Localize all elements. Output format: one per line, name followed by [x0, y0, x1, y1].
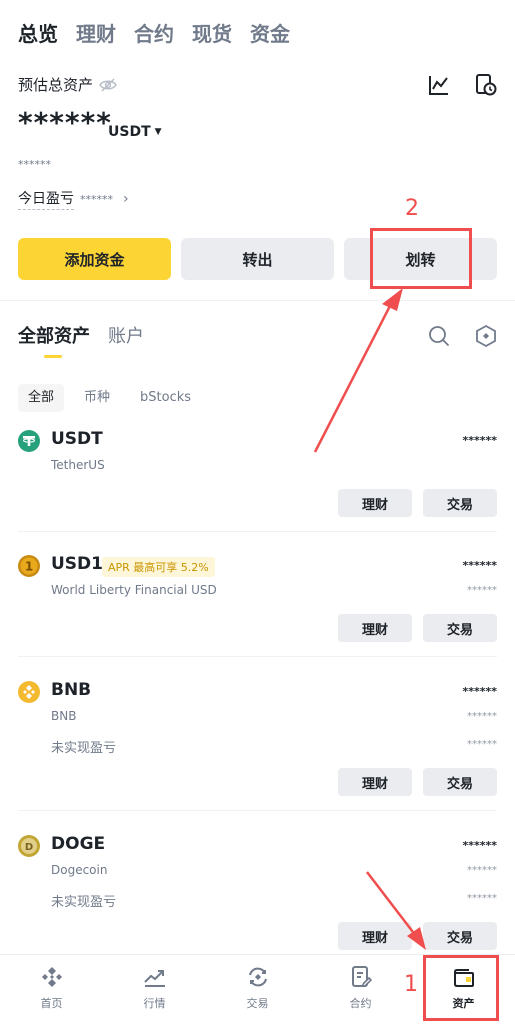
- annotation-number: 2: [405, 196, 419, 221]
- home-icon: [41, 967, 62, 987]
- svg-text:D: D: [25, 842, 33, 853]
- tab-spot[interactable]: 现货: [192, 18, 232, 50]
- tab-overview[interactable]: 总览: [18, 18, 58, 50]
- add-funds-button[interactable]: 添加资金: [18, 238, 171, 280]
- svg-text:1: 1: [25, 560, 33, 574]
- total-balance: ******: [18, 106, 112, 139]
- asset-name: TetherUS: [51, 458, 105, 472]
- tab-accounts[interactable]: 账户: [108, 322, 144, 358]
- bnb-coin-icon: [18, 681, 40, 703]
- usdt-coin-icon: [18, 430, 40, 452]
- asset-divider: [18, 656, 497, 657]
- asset-amount: ******: [462, 685, 497, 698]
- annotation-number: 1: [404, 972, 418, 997]
- currency-label: USDT: [108, 124, 151, 140]
- exchange-icon: [248, 967, 267, 987]
- annotation-box-assets: [423, 955, 499, 1021]
- nav-markets[interactable]: 行情: [103, 955, 206, 1030]
- asset-name: World Liberty Financial USD: [51, 583, 217, 597]
- sub-balance: ******: [18, 158, 51, 171]
- currency-selector[interactable]: USDT ▼: [108, 124, 162, 140]
- apr-badge[interactable]: APR 最高可享 5.2%: [102, 557, 215, 577]
- unrealized-pnl-value: ******: [467, 893, 497, 904]
- estimated-total-label: 预估总资产: [18, 74, 117, 95]
- asset-value: ******: [467, 711, 497, 722]
- section-divider: [0, 300, 515, 301]
- trade-button[interactable]: 交易: [423, 489, 497, 517]
- nav-label: 交易: [246, 997, 269, 1010]
- withdraw-button[interactable]: 转出: [181, 238, 334, 280]
- nav-futures[interactable]: 合约: [309, 955, 412, 1030]
- asset-symbol: DOGE: [51, 834, 106, 854]
- trade-button[interactable]: 交易: [423, 614, 497, 642]
- tab-funding[interactable]: 资金: [250, 18, 290, 50]
- asset-name: Dogecoin: [51, 863, 108, 877]
- asset-symbol: BNB: [51, 680, 92, 700]
- search-icon[interactable]: [428, 325, 450, 347]
- today-pnl-value: ******: [80, 192, 113, 206]
- nav-label: 合约: [349, 997, 372, 1010]
- eye-off-icon[interactable]: [99, 78, 117, 92]
- unrealized-pnl-label: 未实现盈亏: [51, 895, 117, 910]
- trade-button[interactable]: 交易: [423, 922, 497, 950]
- filter-all[interactable]: 全部: [18, 384, 65, 412]
- asset-value: ******: [467, 585, 497, 596]
- today-pnl[interactable]: 今日盈亏 ****** ›: [18, 188, 129, 210]
- asset-amount: ******: [462, 559, 497, 572]
- doge-coin-icon: D: [18, 835, 40, 857]
- earn-button[interactable]: 理财: [338, 768, 412, 796]
- chart-icon[interactable]: [428, 74, 450, 96]
- asset-symbol: USDT: [51, 429, 103, 449]
- nav-label: 行情: [143, 997, 166, 1010]
- top-tabs: 总览 理财 合约 现货 资金: [18, 18, 290, 50]
- filter-bstocks[interactable]: bStocks: [130, 384, 201, 412]
- asset-divider: [18, 810, 497, 811]
- asset-name: BNB: [51, 709, 77, 723]
- estimated-total-text: 预估总资产: [18, 76, 94, 94]
- earn-button[interactable]: 理财: [338, 489, 412, 517]
- tab-futures[interactable]: 合约: [134, 18, 174, 50]
- caret-down-icon: ▼: [154, 127, 162, 137]
- asset-symbol: USD1: [51, 554, 103, 574]
- asset-amount: ******: [462, 839, 497, 852]
- trade-button[interactable]: 交易: [423, 768, 497, 796]
- chevron-right-icon: ›: [123, 191, 129, 207]
- asset-value: ******: [467, 865, 497, 876]
- tab-all-assets[interactable]: 全部资产: [18, 322, 90, 358]
- asset-amount: ******: [462, 434, 497, 447]
- nav-home[interactable]: 首页: [0, 955, 103, 1030]
- unrealized-pnl-label: 未实现盈亏: [51, 741, 117, 756]
- nav-trade[interactable]: 交易: [206, 955, 309, 1030]
- asset-filters: 全部 币种 bStocks: [18, 384, 201, 412]
- today-pnl-label: 今日盈亏: [18, 188, 74, 210]
- trend-icon: [143, 970, 165, 987]
- annotation-box-transfer: [370, 228, 472, 289]
- history-icon[interactable]: [474, 73, 498, 97]
- usd1-coin-icon: 1: [18, 555, 40, 577]
- asset-divider: [18, 531, 497, 532]
- nav-label: 首页: [40, 997, 63, 1010]
- asset-tabs: 全部资产 账户: [18, 322, 144, 358]
- document-icon: [351, 966, 372, 987]
- annotation-arrow-line: [313, 301, 394, 453]
- earn-button[interactable]: 理财: [338, 614, 412, 642]
- unrealized-pnl-value: ******: [467, 739, 497, 750]
- filter-coin[interactable]: 币种: [74, 384, 120, 412]
- hexagon-settings-icon[interactable]: [474, 324, 498, 348]
- tab-earn[interactable]: 理财: [76, 18, 116, 50]
- earn-button[interactable]: 理财: [338, 922, 412, 950]
